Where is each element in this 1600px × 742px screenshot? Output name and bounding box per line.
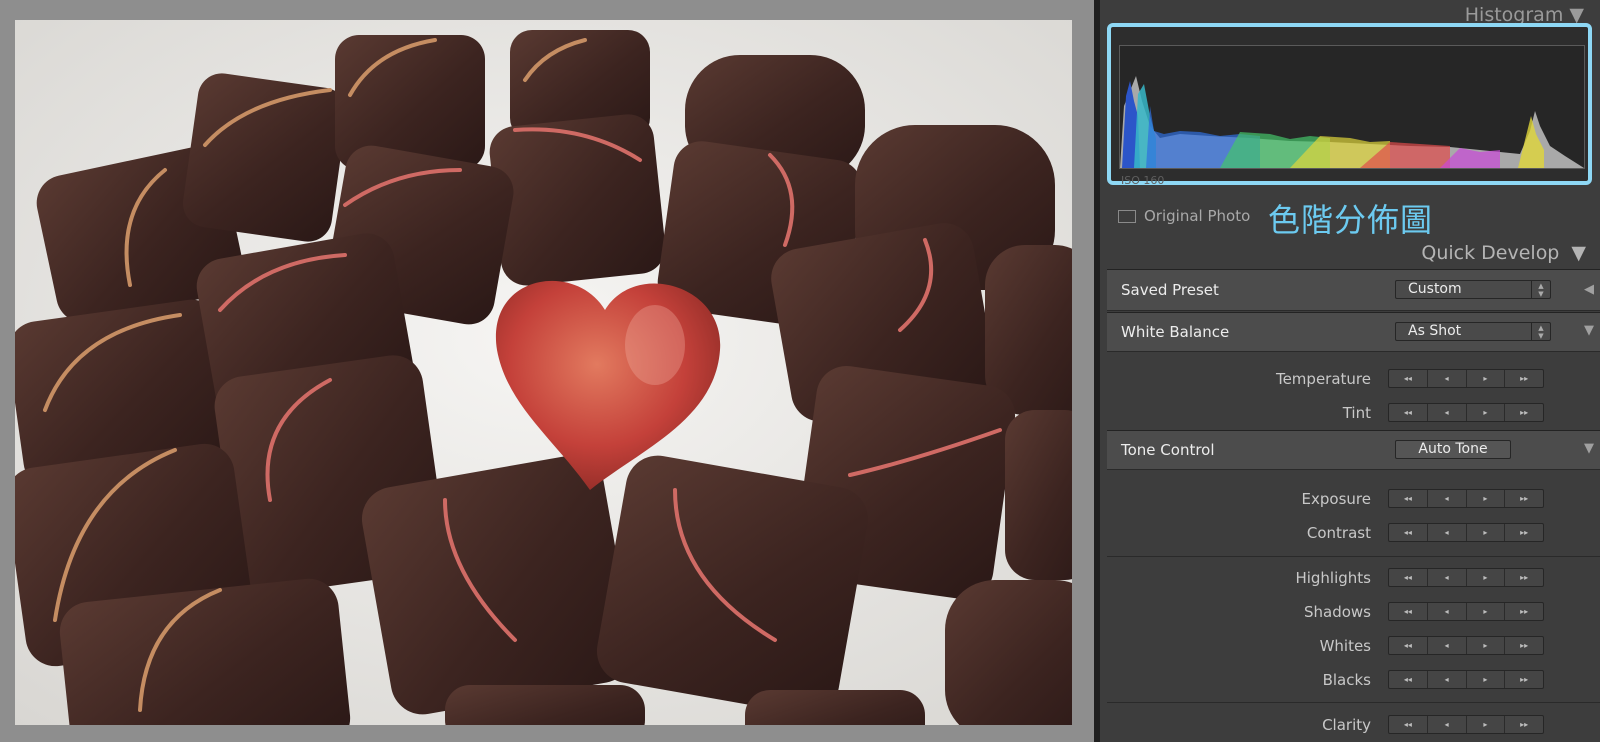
quick-develop-title: Quick Develop	[1421, 242, 1560, 264]
decrease-large-button[interactable]: ◂◂	[1389, 569, 1428, 586]
tone-control-label: Tone Control	[1121, 441, 1215, 459]
decrease-large-button[interactable]: ◂◂	[1389, 490, 1428, 507]
increase-small-button[interactable]: ▸	[1467, 370, 1506, 387]
select-arrows-icon: ▲ ▼	[1531, 281, 1550, 299]
decrease-small-button[interactable]: ◂	[1428, 603, 1467, 620]
temperature-label: Temperature	[1275, 370, 1371, 388]
increase-large-button[interactable]: ▸▸	[1505, 370, 1543, 387]
decrease-large-button[interactable]: ◂◂	[1389, 524, 1428, 541]
quick-develop-header[interactable]: Quick Develop ▼	[1421, 242, 1586, 264]
decrease-large-button[interactable]: ◂◂	[1389, 404, 1428, 421]
decrease-small-button[interactable]: ◂	[1428, 404, 1467, 421]
white-balance-label: White Balance	[1121, 323, 1230, 341]
shadows-stepper[interactable]: ◂◂ ◂ ▸ ▸▸	[1388, 602, 1544, 621]
increase-small-button[interactable]: ▸	[1467, 637, 1506, 654]
decrease-small-button[interactable]: ◂	[1428, 524, 1467, 541]
original-photo-label: Original Photo	[1144, 207, 1251, 225]
blacks-stepper[interactable]: ◂◂ ◂ ▸ ▸▸	[1388, 670, 1544, 689]
expand-left-triangle-icon[interactable]: ◀	[1584, 282, 1594, 297]
tone-control-row: Tone Control Auto Tone ▼	[1107, 430, 1600, 470]
exposure-label: Exposure	[1301, 490, 1371, 508]
temperature-stepper[interactable]: ◂◂ ◂ ▸ ▸▸	[1388, 369, 1544, 388]
auto-tone-button[interactable]: Auto Tone	[1395, 440, 1511, 459]
tint-label: Tint	[1342, 404, 1371, 422]
saved-preset-label: Saved Preset	[1121, 281, 1219, 299]
decrease-large-button[interactable]: ◂◂	[1389, 671, 1428, 688]
white-balance-row: White Balance As Shot ▲ ▼ ▼	[1107, 312, 1600, 352]
highlights-stepper[interactable]: ◂◂ ◂ ▸ ▸▸	[1388, 568, 1544, 587]
contrast-label: Contrast	[1306, 524, 1371, 542]
chocolate-photo[interactable]	[15, 20, 1072, 725]
saved-preset-select[interactable]: Custom ▲ ▼	[1395, 280, 1551, 299]
photo-viewport	[0, 0, 1094, 742]
original-photo-toggle[interactable]: Original Photo	[1118, 207, 1250, 225]
histogram-footer: ISO 160	[1121, 174, 1165, 187]
exposure-stepper[interactable]: ◂◂ ◂ ▸ ▸▸	[1388, 489, 1544, 508]
group-separator	[1107, 556, 1600, 557]
increase-large-button[interactable]: ▸▸	[1505, 671, 1543, 688]
whites-label: Whites	[1319, 637, 1371, 655]
increase-small-button[interactable]: ▸	[1467, 569, 1506, 586]
contrast-stepper[interactable]: ◂◂ ◂ ▸ ▸▸	[1388, 523, 1544, 542]
increase-small-button[interactable]: ▸	[1467, 404, 1506, 421]
highlights-label: Highlights	[1295, 569, 1371, 587]
select-arrows-icon: ▲ ▼	[1531, 323, 1550, 341]
white-balance-select[interactable]: As Shot ▲ ▼	[1395, 322, 1551, 341]
decrease-large-button[interactable]: ◂◂	[1389, 603, 1428, 620]
original-photo-checkbox[interactable]	[1118, 209, 1136, 223]
increase-small-button[interactable]: ▸	[1467, 603, 1506, 620]
collapse-triangle-icon[interactable]: ▼	[1584, 323, 1594, 338]
blacks-label: Blacks	[1322, 671, 1371, 689]
increase-large-button[interactable]: ▸▸	[1505, 716, 1543, 733]
decrease-small-button[interactable]: ◂	[1428, 671, 1467, 688]
increase-large-button[interactable]: ▸▸	[1505, 603, 1543, 620]
shadows-label: Shadows	[1303, 603, 1371, 621]
tint-stepper[interactable]: ◂◂ ◂ ▸ ▸▸	[1388, 403, 1544, 422]
photo-image	[15, 20, 1072, 725]
increase-large-button[interactable]: ▸▸	[1505, 637, 1543, 654]
decrease-large-button[interactable]: ◂◂	[1389, 716, 1428, 733]
decrease-small-button[interactable]: ◂	[1428, 637, 1467, 654]
increase-large-button[interactable]: ▸▸	[1505, 490, 1543, 507]
decrease-small-button[interactable]: ◂	[1428, 569, 1467, 586]
increase-small-button[interactable]: ▸	[1467, 716, 1506, 733]
collapse-triangle-icon[interactable]: ▼	[1571, 242, 1586, 264]
increase-small-button[interactable]: ▸	[1467, 671, 1506, 688]
histogram-annotation: 色階分佈圖	[1268, 201, 1434, 239]
histogram-graph	[1120, 76, 1584, 168]
decrease-small-button[interactable]: ◂	[1428, 370, 1467, 387]
clarity-label: Clarity	[1322, 716, 1371, 734]
right-panel: Histogram ▼ ISO 160 Original Photo 色階分佈圖…	[1100, 0, 1600, 742]
increase-large-button[interactable]: ▸▸	[1505, 569, 1543, 586]
collapse-triangle-icon[interactable]: ▼	[1584, 441, 1594, 456]
group-separator	[1107, 702, 1600, 703]
histogram-highlight-frame: ISO 160	[1107, 23, 1592, 187]
whites-stepper[interactable]: ◂◂ ◂ ▸ ▸▸	[1388, 636, 1544, 655]
white-balance-value: As Shot	[1408, 323, 1462, 339]
increase-large-button[interactable]: ▸▸	[1505, 404, 1543, 421]
increase-small-button[interactable]: ▸	[1467, 490, 1506, 507]
saved-preset-value: Custom	[1408, 281, 1462, 297]
increase-small-button[interactable]: ▸	[1467, 524, 1506, 541]
decrease-large-button[interactable]: ◂◂	[1389, 370, 1428, 387]
histogram-chart[interactable]	[1119, 45, 1585, 169]
clarity-stepper[interactable]: ◂◂ ◂ ▸ ▸▸	[1388, 715, 1544, 734]
decrease-small-button[interactable]: ◂	[1428, 716, 1467, 733]
saved-preset-row: Saved Preset Custom ▲ ▼ ◀	[1107, 269, 1600, 311]
increase-large-button[interactable]: ▸▸	[1505, 524, 1543, 541]
decrease-large-button[interactable]: ◂◂	[1389, 637, 1428, 654]
decrease-small-button[interactable]: ◂	[1428, 490, 1467, 507]
